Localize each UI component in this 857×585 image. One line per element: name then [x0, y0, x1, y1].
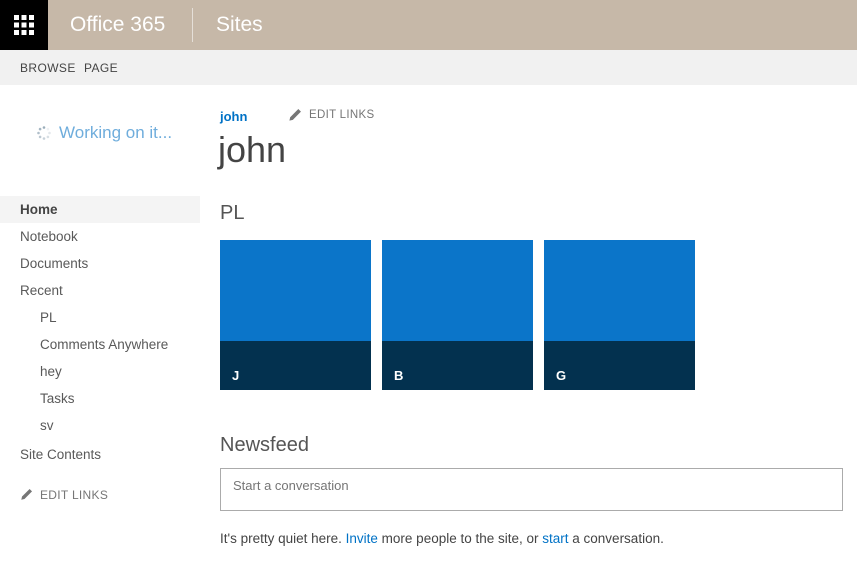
- start-link[interactable]: start: [542, 531, 568, 546]
- loading-indicator: Working on it...: [36, 123, 173, 142]
- app-launcher-button[interactable]: [0, 0, 48, 50]
- spinner-icon: [37, 126, 51, 140]
- tile-image-area: [382, 240, 533, 341]
- pl-section-heading: PL: [220, 202, 245, 224]
- suite-bar: Office 365 Sites: [0, 0, 857, 50]
- sidebar-item-tasks[interactable]: Tasks: [0, 385, 200, 412]
- office365-sites-page: Office 365 Sites BROWSE PAGE Working on …: [0, 0, 857, 585]
- breadcrumb-link-john[interactable]: john: [220, 109, 247, 124]
- tile-label-area: G: [544, 341, 695, 390]
- sidebar-item-hey[interactable]: hey: [0, 358, 200, 385]
- pencil-icon: [20, 488, 33, 501]
- loading-text: Working on it...: [59, 123, 173, 142]
- sidebar-edit-links-label: EDIT LINKS: [40, 487, 109, 502]
- tab-page[interactable]: PAGE: [84, 50, 118, 85]
- start-conversation-input[interactable]: [220, 468, 843, 511]
- site-tile-g[interactable]: G: [544, 240, 695, 390]
- sidebar-nav: Home Notebook Documents Recent PL Commen…: [0, 196, 200, 508]
- pencil-icon: [288, 108, 302, 122]
- tile-image-area: [220, 240, 371, 341]
- ribbon-bar: BROWSE PAGE: [0, 50, 857, 85]
- topnav-edit-links-button[interactable]: EDIT LINKS: [288, 108, 374, 122]
- tile-label-area: J: [220, 341, 371, 390]
- tile-label-area: B: [382, 341, 533, 390]
- site-tile-j[interactable]: J: [220, 240, 371, 390]
- sidebar-item-notebook[interactable]: Notebook: [0, 223, 200, 250]
- sites-section-link[interactable]: Sites: [216, 0, 263, 50]
- site-tile-b[interactable]: B: [382, 240, 533, 390]
- sidebar-item-documents[interactable]: Documents: [0, 250, 200, 277]
- sidebar-item-home[interactable]: Home: [0, 196, 200, 223]
- newsfeed-section-heading: Newsfeed: [220, 434, 309, 456]
- topnav-edit-links-label: EDIT LINKS: [309, 109, 375, 121]
- office365-brand-link[interactable]: Office 365: [70, 0, 165, 50]
- sidebar-item-pl[interactable]: PL: [0, 304, 200, 331]
- tile-letter: J: [232, 368, 240, 383]
- empty-message-prefix: It's pretty quiet here.: [220, 531, 346, 546]
- pl-tiles: J B G: [220, 240, 695, 390]
- sidebar-item-recent[interactable]: Recent: [0, 277, 200, 304]
- sidebar-item-sv[interactable]: sv: [0, 412, 200, 439]
- page-title: john: [218, 129, 287, 170]
- app-launcher-grid-icon: [14, 15, 34, 35]
- empty-message-suffix: a conversation.: [568, 531, 664, 546]
- sidebar-item-site-contents[interactable]: Site Contents: [0, 441, 200, 468]
- sidebar-item-comments-anywhere[interactable]: Comments Anywhere: [0, 331, 200, 358]
- suite-bar-divider: [192, 8, 193, 42]
- invite-link[interactable]: Invite: [346, 531, 378, 546]
- tile-image-area: [544, 240, 695, 341]
- sidebar-edit-links-button[interactable]: EDIT LINKS: [0, 481, 200, 508]
- empty-message-middle: more people to the site, or: [377, 531, 543, 546]
- tile-letter: B: [394, 368, 404, 383]
- tab-browse[interactable]: BROWSE: [20, 50, 76, 85]
- tile-letter: G: [556, 368, 567, 383]
- breadcrumb: john EDIT LINKS: [220, 108, 374, 125]
- newsfeed-empty-message: It's pretty quiet here. Invite more peop…: [220, 531, 664, 546]
